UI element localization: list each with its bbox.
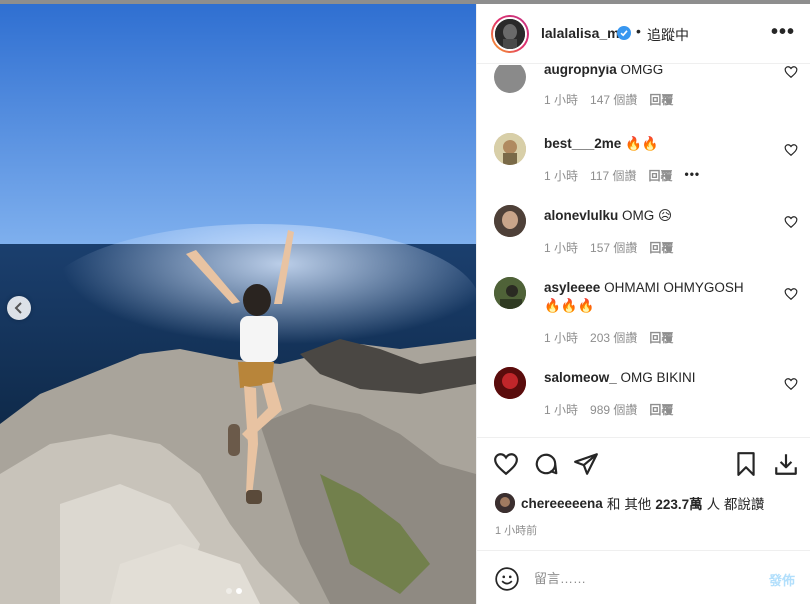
post-timestamp[interactable]: 1 小時前 [495,522,537,538]
reply-button[interactable]: 回覆 [649,91,673,108]
comment-likes[interactable]: 203 個讚 [590,329,637,346]
header-separator: • [636,23,641,39]
post-header: lalalalisa_m • 追蹤中 ••• [477,4,810,64]
liker-username[interactable]: chereeeeena [521,496,603,511]
comment-time[interactable]: 1 小時 [544,329,578,346]
comment-text: alonevlulku OMG 😥 [544,207,762,225]
verified-badge-icon [617,26,631,40]
chevron-left-icon [14,302,22,314]
add-comment-bar: 發佈 [477,550,810,604]
comments-list[interactable]: augropnyia OMGG 1 小時 147 個讚 回覆 best___2m… [477,65,810,437]
like-heart-icon[interactable] [493,451,519,477]
commenter-avatar[interactable] [494,65,526,93]
commenter-avatar[interactable] [494,205,526,237]
comment-likes[interactable]: 157 個讚 [590,239,637,256]
post-comment-button[interactable]: 發佈 [769,570,795,589]
comment-text: best___2me 🔥🔥 [544,135,762,153]
author-avatar-image [495,19,525,49]
reply-button[interactable]: 回覆 [649,239,673,256]
comment-time[interactable]: 1 小時 [544,91,578,108]
comment-username[interactable]: salomeow_ [544,370,617,385]
reply-button[interactable]: 回覆 [649,401,673,418]
like-comment-heart-icon[interactable] [784,215,798,229]
comment-likes[interactable]: 989 個讚 [590,401,637,418]
liker-avatar[interactable] [495,493,515,513]
reply-button[interactable]: 回覆 [649,329,673,346]
likes-others-text[interactable]: 其他 [624,493,651,513]
comment-text: salomeow_ OMG BIKINI [544,369,762,387]
comment-username[interactable]: alonevlulku [544,208,618,223]
comment-likes[interactable]: 117 個讚 [590,167,636,184]
author-username[interactable]: lalalalisa_m [541,25,620,41]
comment-meta: 1 小時 157 個讚 回覆 [544,239,673,256]
like-comment-heart-icon[interactable] [784,287,798,301]
comment-body: 🔥🔥 [625,136,659,151]
comment-username[interactable]: best___2me [544,136,621,151]
like-comment-heart-icon[interactable] [784,377,798,391]
carousel-dot [226,588,232,594]
save-bookmark-icon[interactable] [733,451,759,477]
share-paper-plane-icon[interactable] [573,451,599,477]
reply-button[interactable]: 回覆 [648,167,672,184]
following-button[interactable]: 追蹤中 [647,25,689,45]
like-comment-heart-icon[interactable] [784,143,798,157]
comment-bubble-icon[interactable] [533,451,559,477]
emoji-smiley-icon[interactable] [494,566,520,592]
commenter-avatar[interactable] [494,277,526,309]
comment-likes[interactable]: 147 個讚 [590,91,637,108]
carousel-dot-active [236,588,242,594]
commenter-avatar[interactable] [494,133,526,165]
comment-meta: 1 小時 117 個讚 回覆 ••• [544,167,700,184]
carousel-indicator [226,588,242,594]
comment-username[interactable]: augropnyia [544,65,617,77]
likes-summary: chereeeeena 和 其他 223.7萬 人 都說讚 [495,493,764,513]
carousel-prev-button[interactable] [7,296,31,320]
comment-time[interactable]: 1 小時 [544,239,578,256]
like-comment-heart-icon[interactable] [784,65,798,79]
likes-and-text: 和 [606,497,621,512]
post-side-panel: lalalalisa_m • 追蹤中 ••• augropnyia OMGG 1… [476,4,810,604]
comment-meta: 1 小時 989 個讚 回覆 [544,401,673,418]
likes-count[interactable]: 223.7萬 [655,493,702,513]
comment-meta: 1 小時 203 個讚 回覆 [544,329,673,346]
download-icon[interactable] [773,451,799,477]
more-options-button[interactable]: ••• [771,21,795,44]
comment-input[interactable] [534,568,754,588]
commenter-avatar[interactable] [494,367,526,399]
author-avatar[interactable] [491,15,529,53]
comment-more-button[interactable]: ••• [685,167,701,184]
comment-text: augropnyia OMGG [544,65,762,79]
comment-username[interactable]: asyleeee [544,280,600,295]
likes-suffix-text: 人 都說讚 [706,497,765,512]
post-action-bar [477,437,810,491]
comment-body: OMG 😥 [622,208,673,223]
beach-photo-image [0,4,476,604]
comment-body: OMGG [620,65,664,77]
comment-text: asyleeee OHMAMI OHMYGOSH 🔥🔥🔥 [544,279,762,315]
comment-meta: 1 小時 147 個讚 回覆 [544,91,673,108]
comment-body: OMG BIKINI [620,370,696,385]
comment-time[interactable]: 1 小時 [544,167,578,184]
post-photo [0,4,476,604]
comment-time[interactable]: 1 小時 [544,401,578,418]
